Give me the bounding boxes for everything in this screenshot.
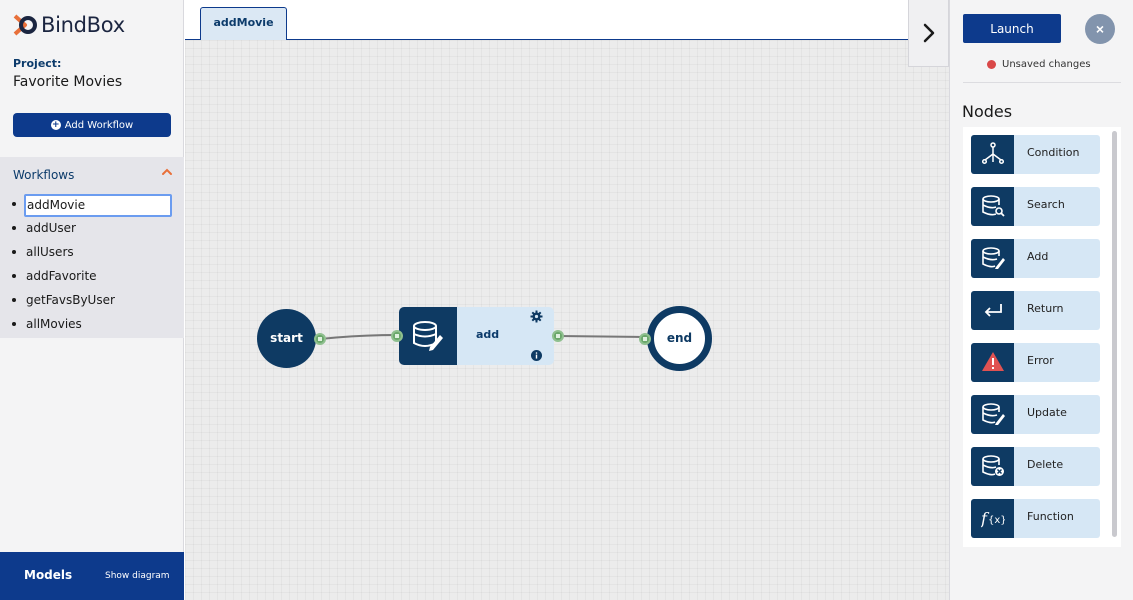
error-icon xyxy=(971,343,1014,382)
node-item-label: Search xyxy=(1027,198,1065,211)
node-palette-scrollbar[interactable] xyxy=(1112,131,1117,537)
info-icon[interactable] xyxy=(531,350,542,361)
workflows-section: Workflows addMovie addUser allUsers addF… xyxy=(0,157,184,338)
models-bar: Models Show diagram xyxy=(0,552,184,600)
save-status: Unsaved changes xyxy=(987,59,1091,70)
close-button[interactable]: × xyxy=(1085,14,1115,44)
workflow-item-label: getFavsByUser xyxy=(26,293,115,307)
workflow-item-label: addMovie xyxy=(24,194,172,217)
workflow-item-label: addUser xyxy=(26,221,76,235)
node-item-error[interactable]: Error xyxy=(971,343,1100,382)
svg-text:{x}: {x} xyxy=(988,515,1005,526)
node-item-label: Update xyxy=(1027,406,1067,419)
update-db-icon xyxy=(971,395,1014,434)
node-item-label: Function xyxy=(1027,510,1074,523)
workflow-item-addmovie[interactable]: addMovie xyxy=(10,194,172,218)
add-input-port[interactable] xyxy=(391,330,403,342)
workflow-item-allmovies[interactable]: allMovies xyxy=(10,314,172,338)
connector-add-end xyxy=(557,335,645,338)
nodes-title: Nodes xyxy=(962,102,1013,121)
return-icon xyxy=(971,291,1014,330)
connector-start-add xyxy=(319,334,397,340)
add-db-icon xyxy=(971,239,1014,278)
node-item-add[interactable]: Add xyxy=(971,239,1100,278)
bindbox-logo-icon xyxy=(13,14,37,36)
end-node[interactable]: end xyxy=(647,306,712,371)
workflow-item-getfavsbyuser[interactable]: getFavsByUser xyxy=(10,290,172,314)
gear-icon[interactable] xyxy=(530,310,543,323)
start-node[interactable]: start xyxy=(257,309,316,368)
right-panel: Launch × Unsaved changes Nodes Condition xyxy=(949,0,1133,600)
models-label[interactable]: Models xyxy=(24,568,72,582)
node-item-label: Condition xyxy=(1027,146,1080,159)
workflow-item-allusers[interactable]: allUsers xyxy=(10,242,172,266)
workflows-header: Workflows xyxy=(13,168,75,182)
node-item-label: Return xyxy=(1027,302,1064,315)
add-workflow-button[interactable]: + Add Workflow xyxy=(13,113,171,137)
node-item-label: Add xyxy=(1027,250,1049,263)
node-item-condition[interactable]: Condition xyxy=(971,135,1100,174)
left-sidebar: BindBox Project: Favorite Movies + Add W… xyxy=(0,0,184,600)
workflow-item-label: addFavorite xyxy=(26,269,97,283)
workflow-item-addfavorite[interactable]: addFavorite xyxy=(10,266,172,290)
search-db-icon xyxy=(971,187,1014,226)
node-item-function[interactable]: f {x} Function xyxy=(971,499,1100,538)
add-workflow-label: Add Workflow xyxy=(64,119,134,131)
node-item-return[interactable]: Return xyxy=(971,291,1100,330)
launch-button[interactable]: Launch xyxy=(963,14,1061,43)
status-dot-icon xyxy=(987,60,996,69)
function-icon: f {x} xyxy=(971,499,1014,538)
app-logo[interactable]: BindBox xyxy=(12,12,125,38)
workflow-list: addMovie addUser allUsers addFavorite ge… xyxy=(10,194,172,338)
project-label: Project: xyxy=(13,57,62,70)
node-item-search[interactable]: Search xyxy=(971,187,1100,226)
app-name: BindBox xyxy=(41,13,125,37)
add-output-port[interactable] xyxy=(552,330,564,342)
node-palette: Condition Search Add Return Error Update… xyxy=(963,127,1121,547)
show-diagram-link[interactable]: Show diagram xyxy=(105,571,170,581)
node-item-label: Delete xyxy=(1027,458,1064,471)
workflow-item-adduser[interactable]: addUser xyxy=(10,218,172,242)
node-item-update[interactable]: Update xyxy=(971,395,1100,434)
workflow-item-label: allMovies xyxy=(26,317,82,331)
tab-addmovie[interactable]: addMovie xyxy=(200,7,287,41)
end-input-port[interactable] xyxy=(639,333,651,345)
project-name: Favorite Movies xyxy=(13,74,123,90)
condition-icon xyxy=(971,135,1014,174)
workflow-item-label: allUsers xyxy=(26,245,74,259)
add-node-label: add xyxy=(476,328,500,341)
plus-circle-icon: + xyxy=(50,120,61,130)
delete-db-icon xyxy=(971,447,1014,486)
node-item-label: Error xyxy=(1027,354,1054,367)
divider xyxy=(963,82,1121,83)
node-item-delete[interactable]: Delete xyxy=(971,447,1100,486)
workflow-tab-bar: addMovie xyxy=(185,0,908,41)
add-db-icon xyxy=(399,307,457,365)
chevron-up-icon[interactable] xyxy=(161,166,173,178)
add-node[interactable]: add xyxy=(399,307,554,365)
start-output-port[interactable] xyxy=(314,333,326,345)
save-status-text: Unsaved changes xyxy=(1002,59,1091,70)
